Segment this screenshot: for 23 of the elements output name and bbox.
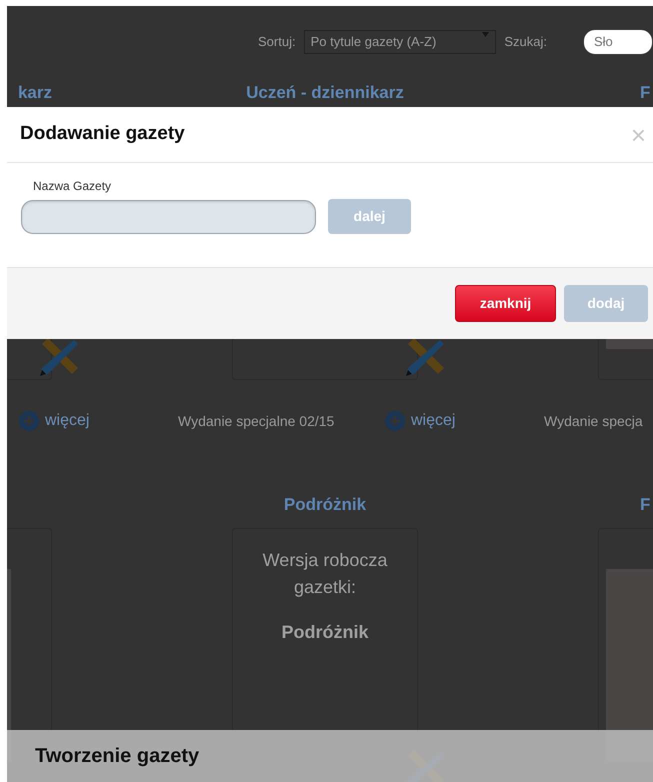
newspaper-title[interactable]: F [640, 495, 650, 514]
issue-title: Wydanie specjalne 02/15 [178, 412, 336, 431]
newspaper-title[interactable]: Podróżnik [284, 495, 366, 514]
sort-dropdown[interactable]: Po tytule gazety (A-Z) [304, 30, 496, 54]
caret-icon [482, 32, 490, 38]
sort-label: Sortuj: [258, 33, 296, 52]
newspaper-title[interactable]: karz [18, 83, 52, 102]
more-link[interactable]: więcej [19, 409, 90, 433]
field-label: Nazwa Gazety [33, 178, 112, 195]
close-button[interactable]: zamknij [455, 285, 556, 322]
issue-title: Wydanie specja [544, 412, 644, 431]
plus-icon [19, 411, 39, 431]
modal-title: Dodawanie gazety [20, 123, 185, 146]
page-caption: Tworzenie gazety [7, 730, 653, 782]
more-link[interactable]: więcej [385, 409, 456, 433]
name-field[interactable] [21, 200, 316, 234]
plus-icon [385, 411, 405, 431]
search-label: Szukaj: [504, 33, 547, 52]
search-field[interactable]: Sło [583, 29, 653, 55]
newspaper-title[interactable]: Uczeń - dziennikarz [246, 83, 404, 102]
newspaper-title[interactable]: F [640, 83, 650, 102]
draft-label: Wersja robocza gazetki: [262, 549, 388, 599]
draft-name: Podróżnik [280, 621, 370, 644]
